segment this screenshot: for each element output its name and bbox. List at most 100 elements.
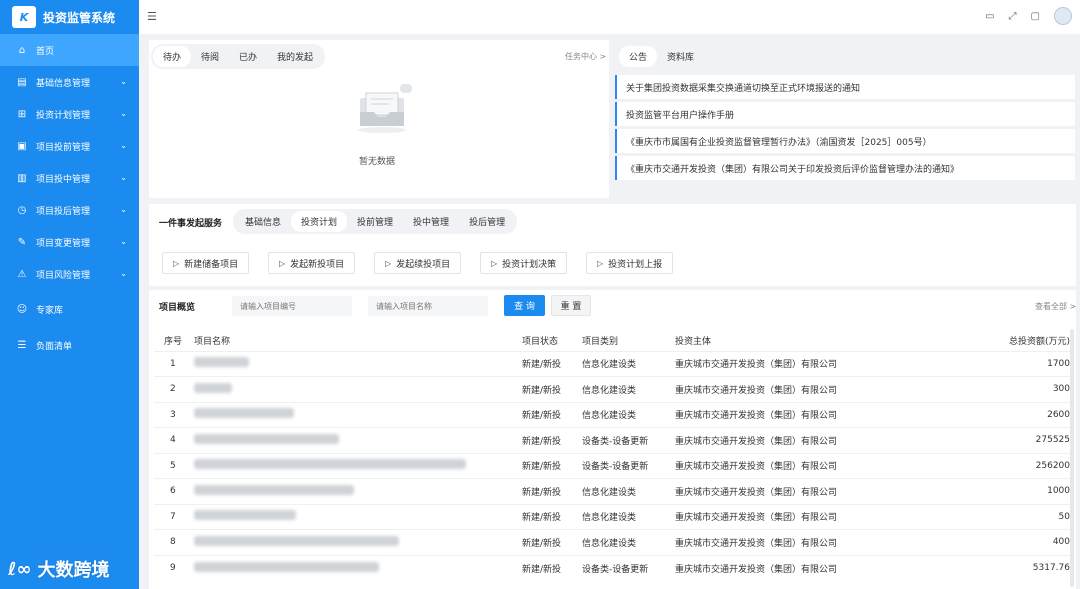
table-row[interactable]: 7 新建/新投 信息化建设类 重庆城市交通开发投资（集团）有限公司 50 <box>154 503 1072 530</box>
table-row[interactable]: 5 新建/新投 设备类-设备更新 重庆城市交通开发投资（集团）有限公司 256200 <box>154 452 1072 479</box>
project-name[interactable] <box>194 452 522 479</box>
menu-toggle-icon[interactable]: ☰ <box>147 10 157 23</box>
row-index: 2 <box>154 376 194 402</box>
user-icon: ☺ <box>16 303 28 315</box>
empty-text: 暂无数据 <box>359 157 396 167</box>
project-name[interactable] <box>194 503 522 530</box>
notice-tab[interactable]: 资料库 <box>657 46 704 67</box>
redacted-name <box>194 510 296 521</box>
total-investment: 400 <box>885 529 1072 555</box>
task-tab[interactable]: 待办 <box>153 46 192 67</box>
sidebar-item[interactable]: ⚠ 项目风险管理 ⌄ <box>0 258 139 290</box>
project-status: 新建/新投 <box>522 554 582 581</box>
action-button[interactable]: ▷ 投资计划上报 <box>586 252 674 274</box>
action-button[interactable]: ▷ 发起续投项目 <box>374 252 462 274</box>
table-row[interactable]: 1 新建/新投 信息化建设类 重庆城市交通开发投资（集团）有限公司 1700 <box>154 350 1072 377</box>
avatar[interactable] <box>1054 7 1072 25</box>
task-center-link[interactable]: 任务中心 > <box>565 51 606 62</box>
sidebar-item[interactable]: ▣ 项目投前管理 ⌄ <box>0 130 139 162</box>
action-button[interactable]: ▷ 投资计划决策 <box>480 252 568 274</box>
total-investment: 300 <box>885 376 1072 402</box>
project-status: 新建/新投 <box>522 427 582 453</box>
table-row[interactable]: 2 新建/新投 信息化建设类 重庆城市交通开发投资（集团）有限公司 300 <box>154 376 1072 402</box>
action-button[interactable]: ▷ 发起新投项目 <box>268 252 356 274</box>
investment-entity: 重庆城市交通开发投资（集团）有限公司 <box>675 529 885 555</box>
sidebar-item[interactable]: ▤ 基础信息管理 ⌄ <box>0 66 139 98</box>
brand[interactable]: K 投资监管系统 <box>0 0 139 34</box>
service-tab[interactable]: 投后管理 <box>459 211 515 232</box>
app-logo: K <box>12 6 36 28</box>
query-button[interactable]: 查 询 <box>504 295 545 316</box>
monitor-icon[interactable]: ▭ <box>985 11 994 22</box>
app-title: 投资监管系统 <box>43 10 116 25</box>
notice-item[interactable]: 投资监管平台用户操作手册 <box>615 102 1075 126</box>
sidebar-item-label: 投资计划管理 <box>36 110 91 121</box>
table-row[interactable]: 9 新建/新投 设备类-设备更新 重庆城市交通开发投资（集团）有限公司 5317.76 <box>154 554 1072 581</box>
table-row[interactable]: 3 新建/新投 信息化建设类 重庆城市交通开发投资（集团）有限公司 2600 <box>154 401 1072 428</box>
action-button-label: 发起续投项目 <box>396 259 451 270</box>
investment-entity: 重庆城市交通开发投资（集团）有限公司 <box>675 554 885 581</box>
briefcase-icon: ▣ <box>17 140 27 152</box>
task-tab[interactable]: 待阅 <box>191 46 229 67</box>
column-header: 项目类别 <box>582 331 675 351</box>
task-tab[interactable]: 我的发起 <box>267 46 323 67</box>
investment-entity: 重庆城市交通开发投资（集团）有限公司 <box>675 376 885 402</box>
chevron-down-icon: ⌄ <box>120 173 127 182</box>
table-row[interactable]: 8 新建/新投 信息化建设类 重庆城市交通开发投资（集团）有限公司 400 <box>154 529 1072 555</box>
table-row[interactable]: 4 新建/新投 设备类-设备更新 重庆城市交通开发投资（集团）有限公司 275525 <box>154 427 1072 453</box>
chevron-down-icon: ⌄ <box>120 205 127 214</box>
project-name[interactable] <box>194 350 522 377</box>
chevron-down-icon: ⌄ <box>120 237 127 246</box>
sidebar-item[interactable]: ☺ 专家库 <box>0 293 139 325</box>
table-scrollbar[interactable] <box>1070 329 1074 587</box>
service-tab[interactable]: 投前管理 <box>347 211 403 232</box>
reset-button[interactable]: 重 置 <box>551 295 591 316</box>
project-name[interactable] <box>194 478 522 504</box>
total-investment: 50 <box>885 503 1072 530</box>
notice-tabs: 公告 资料库 <box>617 44 707 69</box>
service-tab[interactable]: 基础信息 <box>235 211 291 232</box>
notice-item[interactable]: 关于集团投资数据采集交换通道切换至正式环境报送的通知 <box>615 75 1075 99</box>
sidebar-item[interactable]: ⌂ 首页 <box>0 34 139 66</box>
project-status: 新建/新投 <box>522 478 582 504</box>
table-header: 序号 项目名称 项目状态 项目类别 投资主体 总投资额(万元) <box>154 331 1072 351</box>
table-row[interactable]: 6 新建/新投 信息化建设类 重庆城市交通开发投资（集团）有限公司 1000 <box>154 478 1072 504</box>
project-status: 新建/新投 <box>522 376 582 402</box>
project-code-input[interactable] <box>232 296 352 316</box>
project-name[interactable] <box>194 401 522 428</box>
sidebar-item[interactable]: ✎ 项目变更管理 ⌄ <box>0 226 139 258</box>
edit-icon: ✎ <box>17 236 27 248</box>
notice-tab[interactable]: 公告 <box>619 46 658 67</box>
fullscreen-icon[interactable]: ⤢ <box>1009 11 1017 22</box>
project-name[interactable] <box>194 529 522 555</box>
redacted-name <box>194 382 232 393</box>
project-name-input[interactable] <box>368 296 488 316</box>
redacted-name <box>194 357 249 368</box>
notice-item[interactable]: 《重庆市交通开发投资（集团）有限公司关于印发投资后评价监督管理办法的通知》 <box>615 156 1075 180</box>
sidebar-item[interactable]: ◷ 项目投后管理 ⌄ <box>0 194 139 226</box>
action-button[interactable]: ▷ 新建储备项目 <box>162 252 250 274</box>
chevron-down-icon: ⌄ <box>120 141 127 150</box>
project-category: 信息化建设类 <box>582 529 675 555</box>
project-status: 新建/新投 <box>522 401 582 428</box>
row-index: 4 <box>154 427 194 453</box>
sidebar-item[interactable]: ☰ 负面清单 <box>0 329 139 361</box>
total-investment: 275525 <box>885 427 1072 453</box>
project-name[interactable] <box>194 376 522 402</box>
sidebar-item[interactable]: ▥ 项目投中管理 ⌄ <box>0 162 139 194</box>
message-icon[interactable]: ▢ <box>1031 11 1040 22</box>
project-status: 新建/新投 <box>522 529 582 555</box>
total-investment: 2600 <box>885 401 1072 428</box>
view-all-link[interactable]: 查看全部 > <box>1035 301 1076 312</box>
total-investment: 1000 <box>885 478 1072 504</box>
project-name[interactable] <box>194 427 522 453</box>
sidebar-item-label: 项目变更管理 <box>36 238 91 249</box>
sidebar-item[interactable]: ⊞ 投资计划管理 ⌄ <box>0 98 139 130</box>
service-tab[interactable]: 投资计划 <box>291 211 348 232</box>
notice-item[interactable]: 《重庆市市属国有企业投资监督管理暂行办法》（渝国资发［2025］005号） <box>615 129 1075 153</box>
service-tab[interactable]: 投中管理 <box>403 211 459 232</box>
project-name[interactable] <box>194 554 522 581</box>
row-index: 1 <box>154 350 194 377</box>
chevron-down-icon: ⌄ <box>120 109 127 118</box>
task-tab[interactable]: 已办 <box>229 46 267 67</box>
